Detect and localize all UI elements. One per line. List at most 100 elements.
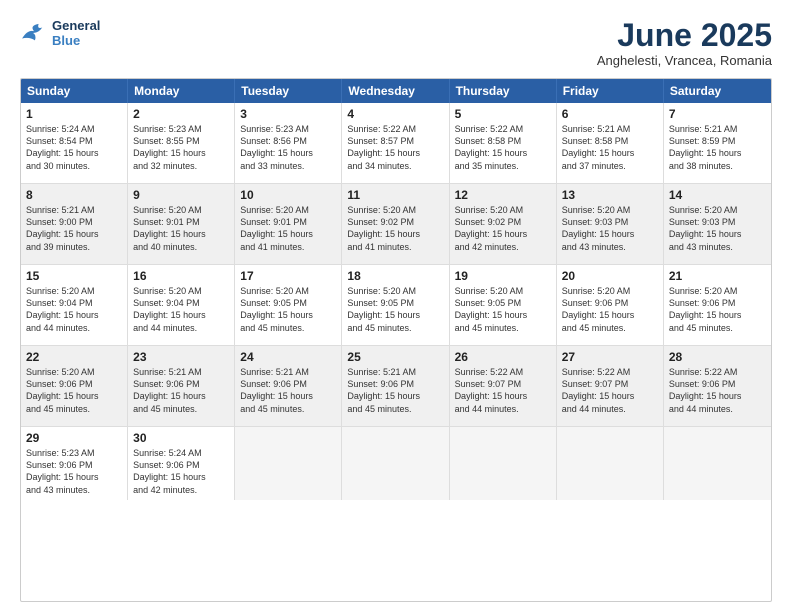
day-number: 14 (669, 188, 766, 202)
day-number: 27 (562, 350, 658, 364)
calendar-cell: 26Sunrise: 5:22 AM Sunset: 9:07 PM Dayli… (450, 346, 557, 426)
day-number: 19 (455, 269, 551, 283)
day-number: 17 (240, 269, 336, 283)
calendar-cell: 15 Sunrise: 5:20 AM Sunset: 9:04 PM Dayli… (21, 265, 128, 345)
day-info: Sunrise: 5:22 AM Sunset: 8:57 PM Dayligh… (347, 123, 443, 172)
day-number: 11 (347, 188, 443, 202)
day-number: 20 (562, 269, 658, 283)
calendar-cell: 1 Sunrise: 5:24 AM Sunset: 8:54 PM Daylig… (21, 103, 128, 183)
calendar-cell: 5Sunrise: 5:22 AM Sunset: 8:58 PM Daylig… (450, 103, 557, 183)
day-info: Sunrise: 5:20 AM Sunset: 9:01 PM Dayligh… (240, 204, 336, 253)
day-number: 16 (133, 269, 229, 283)
day-info: Sunrise: 5:22 AM Sunset: 9:06 PM Dayligh… (669, 366, 766, 415)
day-info: Sunrise: 5:23 AM Sunset: 9:06 PM Dayligh… (26, 447, 122, 496)
day-info: Sunrise: 5:20 AM Sunset: 9:04 PM Dayligh… (133, 285, 229, 334)
calendar-cell: 16 Sunrise: 5:20 AM Sunset: 9:04 PM Dayli… (128, 265, 235, 345)
day-number: 2 (133, 107, 229, 121)
subtitle: Anghelesti, Vrancea, Romania (597, 53, 772, 68)
day-info: Sunrise: 5:20 AM Sunset: 9:06 PM Dayligh… (669, 285, 766, 334)
calendar-cell: 18Sunrise: 5:20 AM Sunset: 9:05 PM Dayli… (342, 265, 449, 345)
cal-header-day: Wednesday (342, 79, 449, 103)
calendar-cell (557, 427, 664, 500)
calendar-cell: 27 Sunrise: 5:22 AM Sunset: 9:07 PM Dayli… (557, 346, 664, 426)
day-info: Sunrise: 5:21 AM Sunset: 9:06 PM Dayligh… (133, 366, 229, 415)
calendar-cell: 12 Sunrise: 5:20 AM Sunset: 9:02 PM Dayli… (450, 184, 557, 264)
day-number: 21 (669, 269, 766, 283)
day-info: Sunrise: 5:20 AM Sunset: 9:03 PM Dayligh… (562, 204, 658, 253)
calendar-cell (450, 427, 557, 500)
day-info: Sunrise: 5:20 AM Sunset: 9:02 PM Dayligh… (455, 204, 551, 253)
cal-header-day: Friday (557, 79, 664, 103)
day-number: 7 (669, 107, 766, 121)
day-number: 25 (347, 350, 443, 364)
day-info: Sunrise: 5:20 AM Sunset: 9:05 PM Dayligh… (347, 285, 443, 334)
day-info: Sunrise: 5:22 AM Sunset: 9:07 PM Dayligh… (455, 366, 551, 415)
day-info: Sunrise: 5:20 AM Sunset: 9:01 PM Dayligh… (133, 204, 229, 253)
calendar-row: 29 Sunrise: 5:23 AM Sunset: 9:06 PM Dayli… (21, 426, 771, 500)
calendar-cell: 14 Sunrise: 5:20 AM Sunset: 9:03 PM Dayli… (664, 184, 771, 264)
calendar-cell: 22 Sunrise: 5:20 AM Sunset: 9:06 PM Dayli… (21, 346, 128, 426)
day-number: 10 (240, 188, 336, 202)
calendar-header: SundayMondayTuesdayWednesdayThursdayFrid… (21, 79, 771, 103)
calendar-body: 1 Sunrise: 5:24 AM Sunset: 8:54 PM Daylig… (21, 103, 771, 500)
logo-icon (20, 22, 48, 44)
day-number: 15 (26, 269, 122, 283)
day-number: 9 (133, 188, 229, 202)
day-info: Sunrise: 5:21 AM Sunset: 9:06 PM Dayligh… (240, 366, 336, 415)
day-info: Sunrise: 5:21 AM Sunset: 8:59 PM Dayligh… (669, 123, 766, 172)
day-info: Sunrise: 5:20 AM Sunset: 9:04 PM Dayligh… (26, 285, 122, 334)
calendar-cell: 7 Sunrise: 5:21 AM Sunset: 8:59 PM Daylig… (664, 103, 771, 183)
page: General Blue June 2025 Anghelesti, Vranc… (0, 0, 792, 612)
cal-header-day: Sunday (21, 79, 128, 103)
calendar-cell: 25Sunrise: 5:21 AM Sunset: 9:06 PM Dayli… (342, 346, 449, 426)
calendar-cell: 29 Sunrise: 5:23 AM Sunset: 9:06 PM Dayli… (21, 427, 128, 500)
day-number: 13 (562, 188, 658, 202)
day-info: Sunrise: 5:24 AM Sunset: 9:06 PM Dayligh… (133, 447, 229, 496)
calendar-cell: 28 Sunrise: 5:22 AM Sunset: 9:06 PM Dayli… (664, 346, 771, 426)
calendar-cell (664, 427, 771, 500)
calendar-cell: 3 Sunrise: 5:23 AM Sunset: 8:56 PM Daylig… (235, 103, 342, 183)
day-info: Sunrise: 5:21 AM Sunset: 8:58 PM Dayligh… (562, 123, 658, 172)
day-number: 1 (26, 107, 122, 121)
day-number: 30 (133, 431, 229, 445)
calendar-cell: 6 Sunrise: 5:21 AM Sunset: 8:58 PM Daylig… (557, 103, 664, 183)
header: General Blue June 2025 Anghelesti, Vranc… (20, 18, 772, 68)
day-number: 12 (455, 188, 551, 202)
day-info: Sunrise: 5:23 AM Sunset: 8:56 PM Dayligh… (240, 123, 336, 172)
day-number: 29 (26, 431, 122, 445)
calendar-row: 15 Sunrise: 5:20 AM Sunset: 9:04 PM Dayli… (21, 264, 771, 345)
cal-header-day: Thursday (450, 79, 557, 103)
day-info: Sunrise: 5:24 AM Sunset: 8:54 PM Dayligh… (26, 123, 122, 172)
logo-text: General Blue (52, 18, 100, 48)
calendar-row: 8Sunrise: 5:21 AM Sunset: 9:00 PM Daylig… (21, 183, 771, 264)
title-block: June 2025 Anghelesti, Vrancea, Romania (597, 18, 772, 68)
calendar-cell: 20Sunrise: 5:20 AM Sunset: 9:06 PM Dayli… (557, 265, 664, 345)
day-info: Sunrise: 5:20 AM Sunset: 9:05 PM Dayligh… (240, 285, 336, 334)
day-info: Sunrise: 5:20 AM Sunset: 9:05 PM Dayligh… (455, 285, 551, 334)
day-number: 22 (26, 350, 122, 364)
calendar-cell: 13 Sunrise: 5:20 AM Sunset: 9:03 PM Dayli… (557, 184, 664, 264)
calendar-cell: 8Sunrise: 5:21 AM Sunset: 9:00 PM Daylig… (21, 184, 128, 264)
calendar-cell: 24 Sunrise: 5:21 AM Sunset: 9:06 PM Dayli… (235, 346, 342, 426)
day-number: 3 (240, 107, 336, 121)
cal-header-day: Monday (128, 79, 235, 103)
calendar-cell: 2 Sunrise: 5:23 AM Sunset: 8:55 PM Daylig… (128, 103, 235, 183)
calendar-cell: 30 Sunrise: 5:24 AM Sunset: 9:06 PM Dayli… (128, 427, 235, 500)
day-number: 4 (347, 107, 443, 121)
day-info: Sunrise: 5:21 AM Sunset: 9:00 PM Dayligh… (26, 204, 122, 253)
day-info: Sunrise: 5:20 AM Sunset: 9:03 PM Dayligh… (669, 204, 766, 253)
day-number: 23 (133, 350, 229, 364)
calendar: SundayMondayTuesdayWednesdayThursdayFrid… (20, 78, 772, 602)
day-info: Sunrise: 5:20 AM Sunset: 9:02 PM Dayligh… (347, 204, 443, 253)
day-number: 28 (669, 350, 766, 364)
main-title: June 2025 (597, 18, 772, 53)
calendar-cell: 11 Sunrise: 5:20 AM Sunset: 9:02 PM Dayli… (342, 184, 449, 264)
day-info: Sunrise: 5:23 AM Sunset: 8:55 PM Dayligh… (133, 123, 229, 172)
day-info: Sunrise: 5:20 AM Sunset: 9:06 PM Dayligh… (26, 366, 122, 415)
day-info: Sunrise: 5:22 AM Sunset: 9:07 PM Dayligh… (562, 366, 658, 415)
day-number: 6 (562, 107, 658, 121)
day-number: 24 (240, 350, 336, 364)
calendar-cell (235, 427, 342, 500)
calendar-row: 1 Sunrise: 5:24 AM Sunset: 8:54 PM Daylig… (21, 103, 771, 183)
logo: General Blue (20, 18, 100, 48)
